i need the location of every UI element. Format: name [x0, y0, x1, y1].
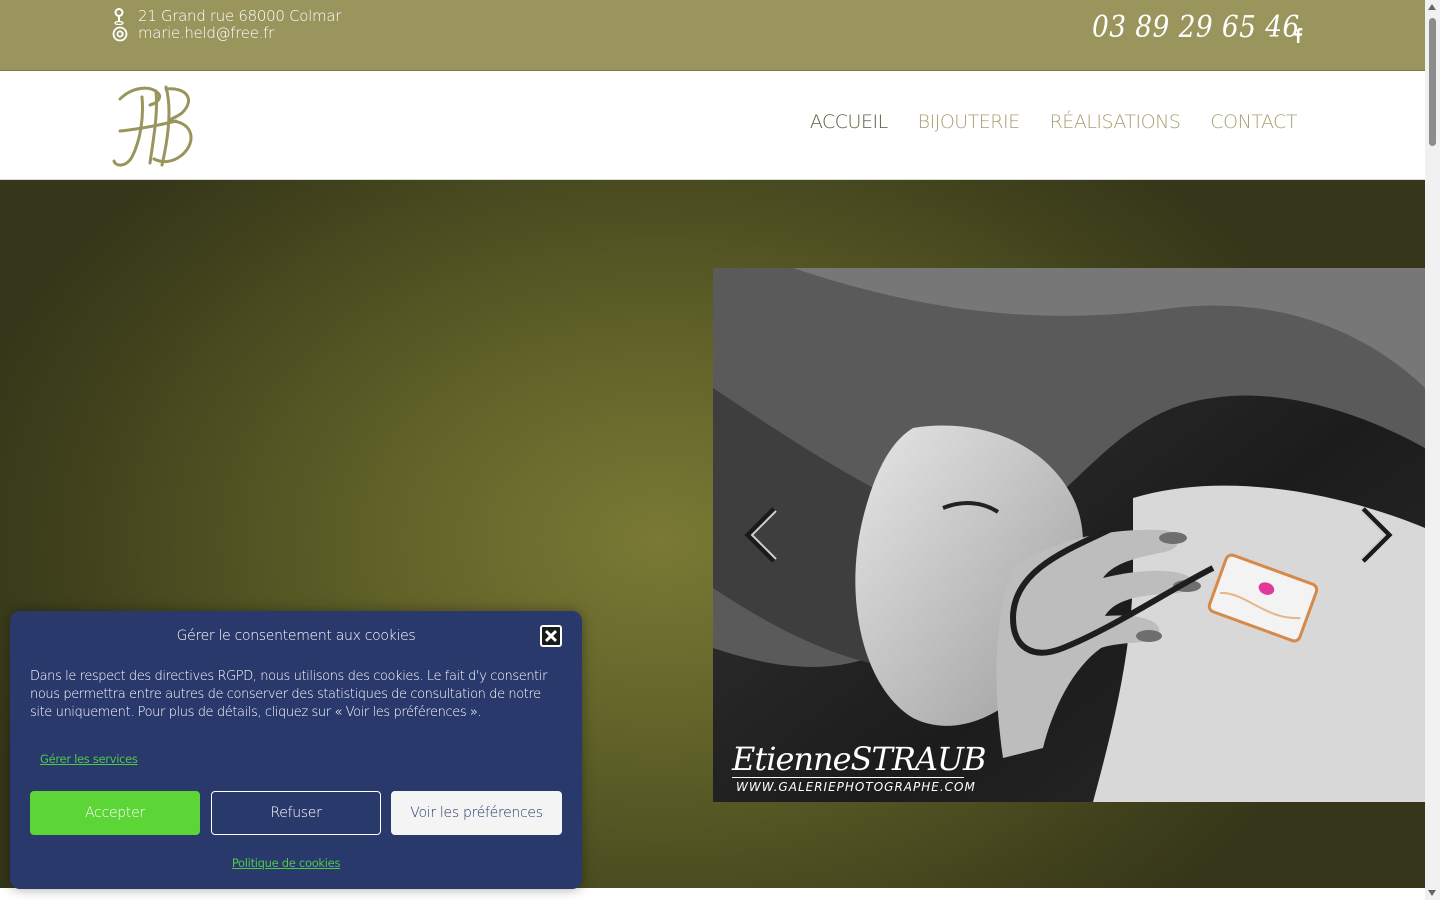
- facebook-icon[interactable]: [1292, 26, 1304, 44]
- cookie-message: Dans le respect des directives RGPD, nou…: [30, 669, 548, 720]
- site-logo[interactable]: [110, 79, 200, 171]
- email-link[interactable]: marie.held@free.fr: [138, 25, 274, 42]
- site-header: ACCUEIL BIJOUTERIE RÉALISATIONS CONTACT: [0, 71, 1425, 180]
- scroll-up-icon[interactable]: [1428, 4, 1436, 10]
- cookie-policy-link[interactable]: Politique de cookies: [10, 856, 562, 870]
- scrollbar-thumb[interactable]: [1429, 18, 1436, 146]
- chevron-left-icon[interactable]: [742, 505, 782, 565]
- top-info-bar: 21 Grand rue 68000 Colmar marie.held@fre…: [0, 0, 1425, 71]
- view-preferences-button[interactable]: Voir les préférences: [391, 791, 562, 835]
- email-line[interactable]: marie.held@free.fr: [112, 25, 341, 42]
- phone-number[interactable]: 03 89 29 65 46: [1092, 10, 1300, 45]
- cookie-consent-banner: Gérer le consentement aux cookies Dans l…: [10, 611, 582, 889]
- slider-image: [713, 268, 1425, 802]
- main-nav: ACCUEIL BIJOUTERIE RÉALISATIONS CONTACT: [810, 111, 1298, 133]
- photographer-url: WWW.GALERIEPHOTOGRAPHE.COM: [736, 780, 976, 794]
- credit-divider: [732, 777, 964, 778]
- refuse-button[interactable]: Refuser: [211, 791, 381, 835]
- scroll-down-icon[interactable]: [1428, 890, 1436, 896]
- manage-services-link[interactable]: Gérer les services: [40, 752, 138, 766]
- contact-lines: 21 Grand rue 68000 Colmar marie.held@fre…: [112, 8, 341, 42]
- page-bottom-edge: [0, 888, 1425, 900]
- photo-credit: EtienneSTRAUB WWW.GALERIEPHOTOGRAPHE.COM: [728, 740, 986, 800]
- close-icon[interactable]: [540, 625, 562, 647]
- nav-item-contact[interactable]: CONTACT: [1210, 111, 1297, 133]
- chevron-right-icon[interactable]: [1355, 505, 1395, 565]
- nav-item-realisations[interactable]: RÉALISATIONS: [1050, 111, 1181, 133]
- accept-button[interactable]: Accepter: [30, 791, 200, 835]
- cookie-title: Gérer le consentement aux cookies: [176, 628, 416, 644]
- photographer-name: EtienneSTRAUB: [732, 740, 986, 778]
- nav-item-bijouterie[interactable]: BIJOUTERIE: [918, 111, 1020, 133]
- page-scrollbar[interactable]: [1425, 0, 1440, 900]
- at-icon: [112, 25, 132, 42]
- address-text: 21 Grand rue 68000 Colmar: [138, 7, 342, 25]
- map-pin-icon: [112, 8, 132, 25]
- address-line: 21 Grand rue 68000 Colmar: [112, 8, 341, 25]
- nav-item-accueil[interactable]: ACCUEIL: [810, 111, 888, 133]
